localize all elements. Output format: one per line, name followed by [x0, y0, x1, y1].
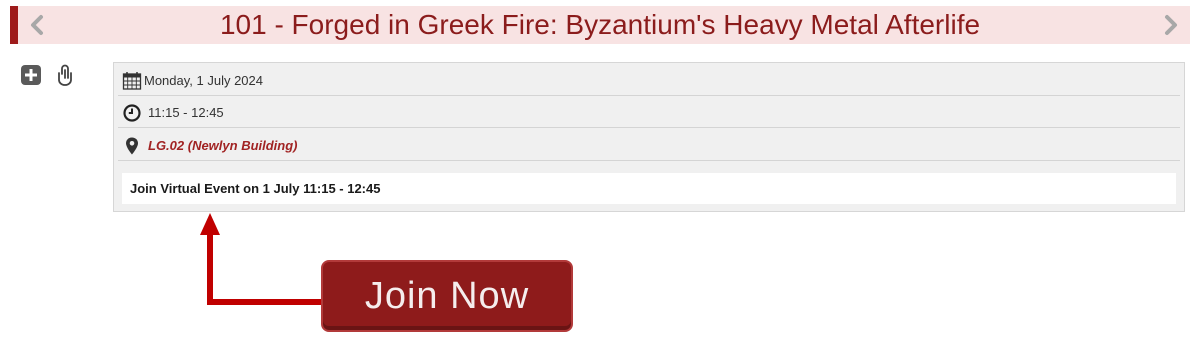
chevron-right-icon[interactable]: [1158, 13, 1182, 37]
callout-arrow: [200, 213, 321, 305]
event-location-row: LG.02 (Newlyn Building): [118, 131, 1180, 161]
clock-icon: [123, 104, 141, 122]
event-title-bar: 101 - Forged in Greek Fire: Byzantium's …: [10, 6, 1190, 44]
join-now-button[interactable]: Join Now: [321, 260, 573, 332]
plus-square-icon[interactable]: [20, 64, 42, 86]
virtual-event-row: Join Virtual Event on 1 July 11:15 - 12:…: [122, 173, 1176, 204]
map-marker-icon: [126, 137, 138, 155]
paperclip-icon[interactable]: [54, 64, 76, 86]
event-location[interactable]: LG.02 (Newlyn Building): [148, 131, 298, 161]
event-time: 11:15 - 12:45: [148, 105, 224, 120]
chevron-left-icon[interactable]: [26, 13, 50, 37]
event-details-panel: Monday, 1 July 2024 11:15 - 12:45 LG.02 …: [113, 62, 1185, 212]
title-accent-bar: [10, 6, 18, 44]
event-date: Monday, 1 July 2024: [144, 73, 263, 88]
event-date-row: Monday, 1 July 2024: [118, 66, 1180, 96]
event-time-row: 11:15 - 12:45: [118, 98, 1180, 128]
calendar-icon: [122, 72, 142, 90]
event-title: 101 - Forged in Greek Fire: Byzantium's …: [219, 9, 981, 40]
join-virtual-event-link[interactable]: Join Virtual Event on 1 July 11:15 - 12:…: [130, 173, 380, 204]
